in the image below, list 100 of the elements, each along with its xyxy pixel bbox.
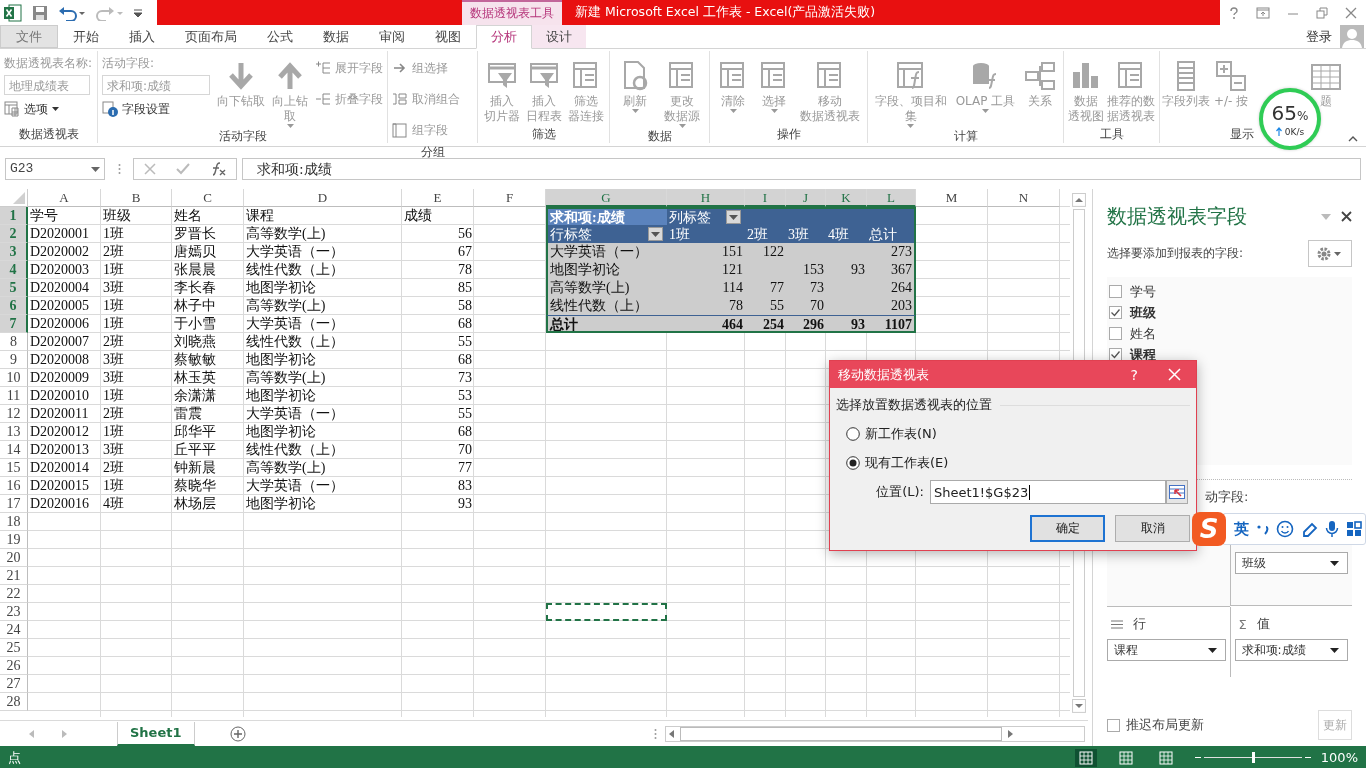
- smiley-icon[interactable]: [1276, 520, 1295, 538]
- column-field-dropdown[interactable]: 班级: [1234, 552, 1348, 574]
- row-header[interactable]: 6: [0, 297, 28, 315]
- help-button[interactable]: ?: [1130, 366, 1138, 383]
- checkbox-label[interactable]: 推迟布局更新: [1126, 716, 1204, 734]
- pen-icon[interactable]: [1300, 520, 1319, 538]
- ribbon-tab[interactable]: 数据: [308, 25, 364, 48]
- radio-button[interactable]: [846, 427, 860, 441]
- row-header[interactable]: 9: [0, 351, 28, 369]
- field-label[interactable]: 学号: [1130, 282, 1156, 301]
- sign-in-link[interactable]: 登录: [1306, 25, 1332, 48]
- row-header[interactable]: 24: [0, 621, 28, 639]
- ribbon-display-icon[interactable]: [1255, 6, 1270, 19]
- row-header[interactable]: 14: [0, 441, 28, 459]
- column-header[interactable]: E: [402, 189, 474, 207]
- checkbox[interactable]: [1109, 327, 1122, 340]
- check-icon[interactable]: [176, 163, 190, 175]
- row-header[interactable]: 15: [0, 459, 28, 477]
- field-label[interactable]: 课程: [1130, 345, 1156, 364]
- row-header[interactable]: 18: [0, 513, 28, 531]
- row-header[interactable]: 23: [0, 603, 28, 621]
- ribbon-tab[interactable]: 分析: [476, 25, 532, 49]
- zoom-thumb[interactable]: [1251, 752, 1255, 763]
- cancel-button[interactable]: 取消: [1115, 515, 1190, 542]
- column-header[interactable]: I: [745, 189, 786, 207]
- scroll-up-icon[interactable]: [1072, 193, 1086, 207]
- row-header[interactable]: 7: [0, 315, 28, 333]
- row-header[interactable]: 2: [0, 225, 28, 243]
- checkbox[interactable]: [1109, 306, 1122, 319]
- ribbon-tab[interactable]: 设计: [532, 25, 586, 48]
- namebox-caret-icon[interactable]: [91, 166, 100, 172]
- row-field-dropdown[interactable]: 课程: [1107, 639, 1226, 661]
- column-header[interactable]: D: [244, 189, 402, 207]
- column-header[interactable]: K: [826, 189, 867, 207]
- row-header[interactable]: 21: [0, 567, 28, 585]
- field-label[interactable]: 姓名: [1130, 324, 1156, 343]
- column-header[interactable]: L: [867, 189, 916, 207]
- help-icon[interactable]: [1228, 6, 1239, 19]
- row-header[interactable]: 22: [0, 585, 28, 603]
- normal-view-icon[interactable]: [1074, 748, 1097, 767]
- checkbox[interactable]: [1109, 285, 1122, 298]
- field-label[interactable]: 班级: [1130, 303, 1156, 322]
- row-header[interactable]: 11: [0, 387, 28, 405]
- sheet-tab[interactable]: Sheet1: [117, 721, 195, 746]
- row-header[interactable]: 10: [0, 369, 28, 387]
- ribbon-tab[interactable]: 审阅: [364, 25, 420, 48]
- row-header[interactable]: 3: [0, 243, 28, 261]
- name-box[interactable]: G23: [5, 158, 105, 180]
- ribbon-button[interactable]: 字段设置: [102, 98, 210, 120]
- zoom-level[interactable]: 100%: [1320, 750, 1358, 765]
- settings-button[interactable]: [1308, 240, 1352, 267]
- undo-icon[interactable]: [58, 4, 86, 21]
- customize-icon[interactable]: [134, 7, 142, 18]
- filter-button[interactable]: [726, 210, 741, 224]
- row-header[interactable]: 4: [0, 261, 28, 279]
- add-sheet-icon[interactable]: [229, 725, 246, 742]
- row-header[interactable]: 8: [0, 333, 28, 351]
- row-header[interactable]: 17: [0, 495, 28, 513]
- column-header[interactable]: N: [988, 189, 1060, 207]
- speed-monitor-toast[interactable]: 65% 0K/s: [1259, 88, 1321, 150]
- ribbon-tab[interactable]: 插入: [114, 25, 170, 48]
- horizontal-scrollbar[interactable]: [665, 725, 1085, 742]
- row-header[interactable]: 27: [0, 675, 28, 693]
- save-icon[interactable]: [32, 4, 48, 21]
- column-header[interactable]: B: [101, 189, 172, 207]
- formula-field[interactable]: 求和项:成绩: [242, 158, 1361, 180]
- column-header[interactable]: C: [172, 189, 244, 207]
- grid-icon[interactable]: [1345, 521, 1362, 537]
- ribbon-tab[interactable]: 文件: [0, 25, 58, 48]
- row-header[interactable]: 19: [0, 531, 28, 549]
- column-header[interactable]: J: [786, 189, 826, 207]
- function-icon[interactable]: [210, 162, 226, 176]
- checkbox[interactable]: [1109, 348, 1122, 361]
- row-header[interactable]: 13: [0, 423, 28, 441]
- ribbon-tab[interactable]: 页面布局: [170, 25, 252, 48]
- filter-button[interactable]: [648, 227, 663, 241]
- scroll-down-icon[interactable]: [1072, 699, 1086, 713]
- ok-button[interactable]: 确定: [1030, 515, 1105, 542]
- location-field[interactable]: Sheet1!$G$23: [930, 480, 1166, 504]
- value-field-dropdown[interactable]: 求和项:成绩: [1234, 639, 1348, 661]
- radio-label[interactable]: 新工作表(N): [865, 425, 937, 443]
- row-header[interactable]: 1: [0, 207, 28, 225]
- column-header[interactable]: G: [546, 189, 667, 207]
- radio-label[interactable]: 现有工作表(E): [865, 454, 949, 472]
- ribbon-tab[interactable]: 公式: [252, 25, 308, 48]
- ribbon-tab[interactable]: 开始: [58, 25, 114, 48]
- restore-icon[interactable]: [1316, 6, 1329, 19]
- ribbon-tab[interactable]: 视图: [420, 25, 476, 48]
- row-header[interactable]: 25: [0, 639, 28, 657]
- input-mode-toggle[interactable]: 英: [1234, 519, 1250, 539]
- column-header[interactable]: M: [916, 189, 988, 207]
- collapse-ribbon-icon[interactable]: [1348, 136, 1358, 142]
- radio-button[interactable]: [846, 456, 860, 470]
- row-header[interactable]: 16: [0, 477, 28, 495]
- column-header[interactable]: A: [28, 189, 101, 207]
- column-header[interactable]: H: [667, 189, 745, 207]
- checkbox[interactable]: [1107, 718, 1120, 732]
- ribbon-button[interactable]: 选项: [4, 98, 93, 120]
- row-header[interactable]: 12: [0, 405, 28, 423]
- microphone-icon[interactable]: [1325, 520, 1340, 538]
